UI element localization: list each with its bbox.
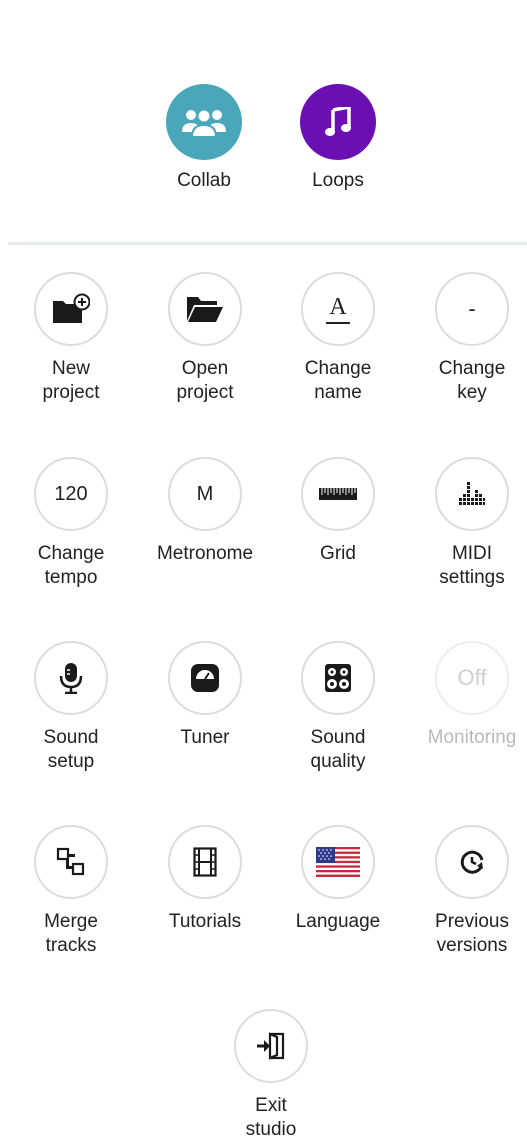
sound-quality-circle[interactable] [301,641,375,715]
sound-quality-button[interactable]: Sound quality [271,641,405,774]
grid-button[interactable]: Grid [271,457,405,566]
tempo-value: 120 [54,482,88,505]
exit-studio-circle[interactable] [234,1009,308,1083]
midi-settings-button[interactable]: MIDI settings [405,457,527,590]
tutorials-label: Tutorials [168,911,242,932]
letter-a-icon: A [329,294,347,320]
metronome-button[interactable]: M Metronome [138,457,272,566]
language-button[interactable]: Language [271,825,405,934]
top-actions: Collab Loops [0,84,527,204]
tuner-label: Tuner [180,727,230,748]
change-name-circle[interactable]: A [301,272,375,346]
us-flag-icon [316,847,360,877]
tutorials-button[interactable]: Tutorials [138,825,272,934]
change-name-label: Change name [304,358,372,403]
open-project-circle[interactable] [168,272,242,346]
new-folder-icon [53,293,90,323]
exit-studio-button[interactable]: Exit studio [204,1009,338,1139]
tuner-button[interactable]: Tuner [138,641,272,750]
loops-label: Loops [312,170,364,191]
language-label: Language [295,911,381,932]
ruler-icon [319,488,357,500]
equalizer-icon [459,482,485,505]
new-project-circle[interactable] [34,272,108,346]
open-project-label: Open project [176,358,234,403]
open-project-button[interactable]: Open project [138,272,272,405]
tuner-icon [191,664,219,692]
speaker-icon [325,664,351,692]
collab-icon [182,108,226,138]
change-tempo-button[interactable]: 120 Change tempo [4,457,138,590]
collab-label: Collab [177,170,231,191]
merge-icon [56,847,85,876]
change-key-circle[interactable]: - [435,272,509,346]
underline [326,322,350,324]
grid-label: Grid [320,543,356,564]
midi-settings-circle[interactable] [435,457,509,531]
sound-setup-label: Sound setup [43,727,99,772]
open-folder-icon [187,297,223,322]
merge-tracks-button[interactable]: Merge tracks [4,825,138,958]
midi-settings-label: MIDI settings [439,543,505,588]
metronome-label: Metronome [156,543,254,564]
tutorials-circle[interactable] [168,825,242,899]
exit-studio-label: Exit studio [245,1095,297,1139]
new-project-button[interactable]: New project [4,272,138,405]
film-icon [193,847,217,877]
music-note-icon [325,107,351,136]
monitoring-value: Off [457,665,487,690]
sound-setup-button[interactable]: Sound setup [4,641,138,774]
microphone-icon [59,663,83,694]
previous-versions-button[interactable]: Previous versions [405,825,527,958]
merge-tracks-circle[interactable] [34,825,108,899]
divider [8,242,527,245]
language-circle[interactable] [301,825,375,899]
change-key-button[interactable]: - Change key [405,272,527,405]
tuner-circle[interactable] [168,641,242,715]
key-value: - [468,296,476,321]
change-name-button[interactable]: A Change name [271,272,405,405]
loops-circle[interactable] [300,84,376,160]
change-tempo-circle[interactable]: 120 [34,457,108,531]
studio-menu: Collab Loops New project Open project A … [0,0,527,1139]
collab-circle[interactable] [166,84,242,160]
new-project-label: New project [42,358,100,403]
metronome-value: M [196,482,214,505]
collab-button[interactable]: Collab [149,84,259,193]
grid-circle[interactable] [301,457,375,531]
sound-quality-label: Sound quality [310,727,366,772]
loops-button[interactable]: Loops [283,84,393,193]
monitoring-circle: Off [435,641,509,715]
previous-versions-circle[interactable] [435,825,509,899]
change-tempo-label: Change tempo [37,543,105,588]
sound-setup-circle[interactable] [34,641,108,715]
monitoring-button: Off Monitoring [405,641,527,750]
exit-icon [257,1032,285,1060]
metronome-circle[interactable]: M [168,457,242,531]
previous-versions-label: Previous versions [435,911,509,956]
change-key-label: Change key [438,358,506,403]
merge-tracks-label: Merge tracks [44,911,98,956]
history-icon [460,850,484,874]
monitoring-label: Monitoring [427,727,517,748]
